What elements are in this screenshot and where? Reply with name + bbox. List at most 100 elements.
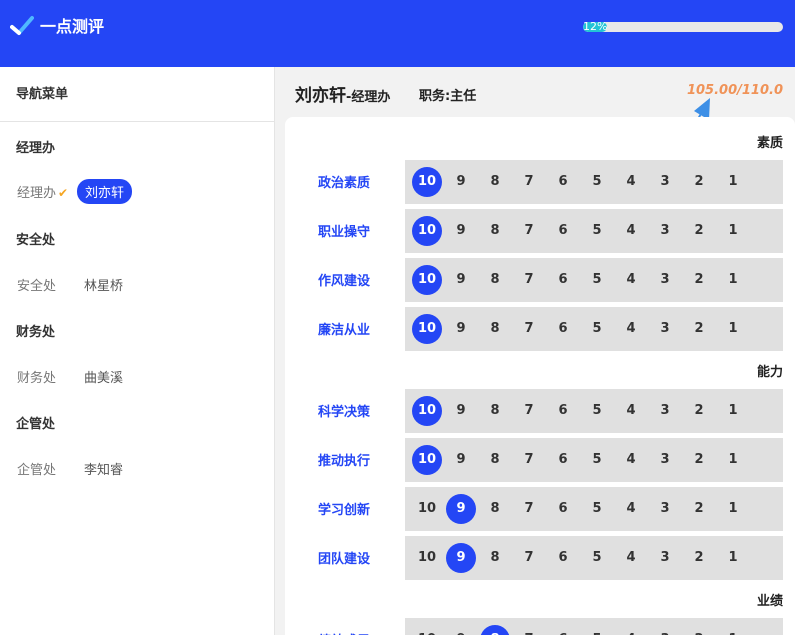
rating-option[interactable]: 6 bbox=[548, 167, 578, 197]
rating-option[interactable]: 7 bbox=[514, 265, 544, 295]
rating-option[interactable]: 7 bbox=[514, 216, 544, 246]
rating-option[interactable]: 5 bbox=[582, 265, 612, 295]
rating-option[interactable]: 3 bbox=[650, 494, 680, 524]
rating-option[interactable]: 3 bbox=[650, 543, 680, 573]
rating-option[interactable]: 1 bbox=[718, 625, 748, 635]
rating-option[interactable]: 1 bbox=[718, 494, 748, 524]
rating-option[interactable]: 10 bbox=[412, 494, 442, 524]
rating-option[interactable]: 8 bbox=[480, 625, 510, 635]
dept-label-safety-office[interactable]: 安全处 bbox=[17, 275, 56, 294]
rating-option[interactable]: 3 bbox=[650, 216, 680, 246]
rating-option[interactable]: 9 bbox=[446, 265, 476, 295]
rating-option[interactable]: 2 bbox=[684, 167, 714, 197]
rating-option[interactable]: 1 bbox=[718, 543, 748, 573]
rating-option[interactable]: 8 bbox=[480, 314, 510, 344]
rating-option[interactable]: 2 bbox=[684, 494, 714, 524]
rating-option[interactable]: 4 bbox=[616, 494, 646, 524]
rating-option[interactable]: 8 bbox=[480, 265, 510, 295]
rating-option[interactable]: 10 bbox=[412, 167, 442, 197]
rating-option[interactable]: 4 bbox=[616, 445, 646, 475]
rating-option[interactable]: 10 bbox=[412, 216, 442, 246]
rating-option[interactable]: 10 bbox=[412, 265, 442, 295]
rating-option[interactable]: 1 bbox=[718, 445, 748, 475]
rating-option[interactable]: 9 bbox=[446, 314, 476, 344]
rating-option[interactable]: 5 bbox=[582, 167, 612, 197]
rating-option[interactable]: 8 bbox=[480, 396, 510, 426]
rating-option[interactable]: 3 bbox=[650, 396, 680, 426]
rating-option[interactable]: 8 bbox=[480, 216, 510, 246]
rating-option[interactable]: 6 bbox=[548, 445, 578, 475]
rating-option[interactable]: 8 bbox=[480, 543, 510, 573]
rating-option[interactable]: 6 bbox=[548, 216, 578, 246]
rating-option[interactable]: 4 bbox=[616, 396, 646, 426]
dept-label-enterprise-office[interactable]: 企管处 bbox=[17, 459, 56, 478]
rating-option[interactable]: 7 bbox=[514, 396, 544, 426]
rating-option[interactable]: 7 bbox=[514, 445, 544, 475]
dept-label-finance-office[interactable]: 财务处 bbox=[17, 367, 56, 386]
rating-option[interactable]: 2 bbox=[684, 625, 714, 635]
rating-option[interactable]: 9 bbox=[446, 543, 476, 573]
rating-option[interactable]: 6 bbox=[548, 396, 578, 426]
rating-option[interactable]: 8 bbox=[480, 167, 510, 197]
rating-option[interactable]: 4 bbox=[616, 216, 646, 246]
rating-option[interactable]: 1 bbox=[718, 216, 748, 246]
person-lin-xingqiao[interactable]: 林星桥 bbox=[84, 275, 123, 294]
rating-option[interactable]: 7 bbox=[514, 314, 544, 344]
rating-option[interactable]: 10 bbox=[412, 625, 442, 635]
rating-option[interactable]: 6 bbox=[548, 265, 578, 295]
rating-option[interactable]: 4 bbox=[616, 543, 646, 573]
rating-option[interactable]: 3 bbox=[650, 445, 680, 475]
rating-option[interactable]: 1 bbox=[718, 396, 748, 426]
rating-option[interactable]: 9 bbox=[446, 216, 476, 246]
rating-option[interactable]: 2 bbox=[684, 314, 714, 344]
rating-option[interactable]: 3 bbox=[650, 625, 680, 635]
person-qu-meixi[interactable]: 曲美溪 bbox=[84, 367, 123, 386]
rating-option[interactable]: 2 bbox=[684, 265, 714, 295]
rating-option[interactable]: 4 bbox=[616, 314, 646, 344]
rating-option[interactable]: 9 bbox=[446, 396, 476, 426]
rating-option[interactable]: 1 bbox=[718, 265, 748, 295]
rating-option[interactable]: 1 bbox=[718, 167, 748, 197]
rating-option[interactable]: 4 bbox=[616, 625, 646, 635]
rating-option[interactable]: 9 bbox=[446, 494, 476, 524]
person-li-zhirui[interactable]: 李知睿 bbox=[84, 459, 123, 478]
rating-option[interactable]: 4 bbox=[616, 167, 646, 197]
rating-option[interactable]: 5 bbox=[582, 216, 612, 246]
rating-option[interactable]: 5 bbox=[582, 543, 612, 573]
rating-option[interactable]: 8 bbox=[480, 494, 510, 524]
rating-option[interactable]: 3 bbox=[650, 167, 680, 197]
rating-option[interactable]: 5 bbox=[582, 625, 612, 635]
rating-option[interactable]: 9 bbox=[446, 167, 476, 197]
rating-row: 10987654321 bbox=[405, 307, 783, 351]
rating-option[interactable]: 10 bbox=[412, 543, 442, 573]
rating-option[interactable]: 6 bbox=[548, 314, 578, 344]
rating-option[interactable]: 5 bbox=[582, 396, 612, 426]
rating-option[interactable]: 3 bbox=[650, 314, 680, 344]
app-title: 一点测评 bbox=[40, 17, 105, 36]
rating-option[interactable]: 7 bbox=[514, 625, 544, 635]
rating-option[interactable]: 1 bbox=[718, 314, 748, 344]
rating-option[interactable]: 5 bbox=[582, 314, 612, 344]
rating-option[interactable]: 9 bbox=[446, 445, 476, 475]
rating-option[interactable]: 10 bbox=[412, 314, 442, 344]
rating-option[interactable]: 6 bbox=[548, 543, 578, 573]
rating-option[interactable]: 7 bbox=[514, 543, 544, 573]
rating-option[interactable]: 5 bbox=[582, 494, 612, 524]
rating-option[interactable]: 2 bbox=[684, 543, 714, 573]
rating-option[interactable]: 10 bbox=[412, 396, 442, 426]
rating-option[interactable]: 8 bbox=[480, 445, 510, 475]
rating-option[interactable]: 2 bbox=[684, 396, 714, 426]
rating-option[interactable]: 10 bbox=[412, 445, 442, 475]
rating-option[interactable]: 3 bbox=[650, 265, 680, 295]
rating-option[interactable]: 2 bbox=[684, 216, 714, 246]
rating-option[interactable]: 9 bbox=[446, 625, 476, 635]
rating-option[interactable]: 4 bbox=[616, 265, 646, 295]
rating-option[interactable]: 5 bbox=[582, 445, 612, 475]
rating-option[interactable]: 7 bbox=[514, 167, 544, 197]
rating-option[interactable]: 6 bbox=[548, 494, 578, 524]
rating-option[interactable]: 2 bbox=[684, 445, 714, 475]
person-liu-yixuan[interactable]: 刘亦轩 bbox=[77, 179, 133, 204]
rating-option[interactable]: 6 bbox=[548, 625, 578, 635]
dept-label-manager-office[interactable]: 经理办 ✔ bbox=[17, 182, 68, 201]
rating-option[interactable]: 7 bbox=[514, 494, 544, 524]
